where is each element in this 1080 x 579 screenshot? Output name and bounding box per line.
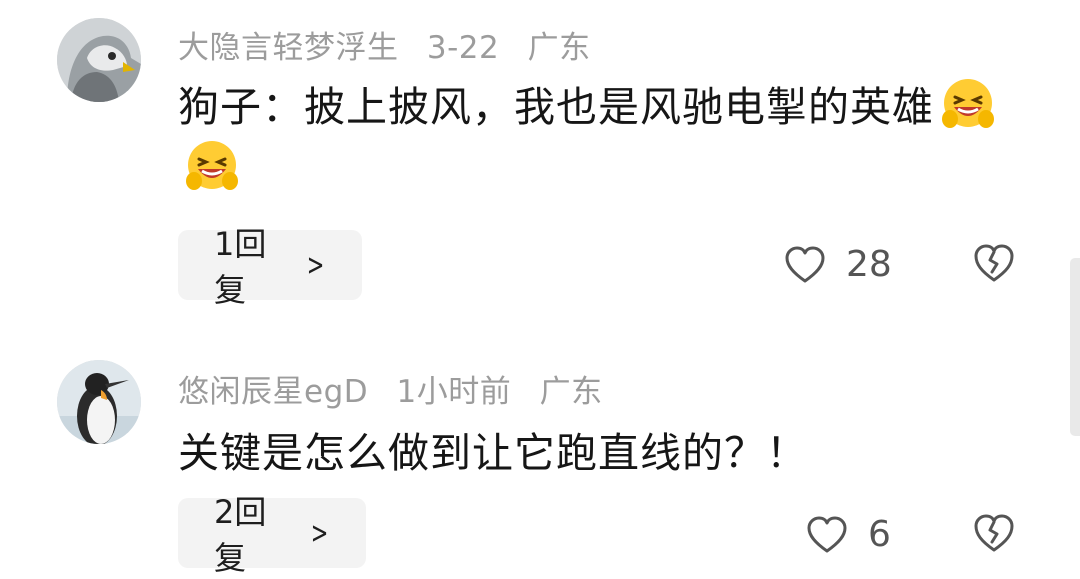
reply-label: 2回复 [214, 493, 267, 577]
chevron-right-icon: > [306, 247, 325, 283]
comment-location: 广东 [527, 30, 591, 66]
like-count: 6 [868, 514, 891, 555]
comment-date: 3-22 [426, 30, 500, 66]
avatar-penguin[interactable] [57, 360, 141, 444]
chevron-right-icon: > [310, 515, 329, 551]
grinning-squint-victory-emoji-icon [938, 75, 998, 135]
like-count: 28 [846, 244, 892, 285]
dislike-button[interactable] [972, 242, 1016, 286]
reply-label: 1回复 [214, 225, 267, 309]
avatar-eagle[interactable] [57, 18, 141, 102]
comment-item: 大隐言轻梦浮生 3-22 广东 狗子：披上披风，我也是风驰电掣的英雄 1回复 >… [0, 0, 1080, 310]
comment-meta: 大隐言轻梦浮生 3-22 广东 [178, 22, 609, 67]
comment-meta: 悠闲辰星egD 1小时前 广东 [178, 366, 621, 411]
penguin-avatar-icon [57, 360, 141, 444]
username[interactable]: 悠闲辰星egD [178, 374, 368, 410]
broken-heart-icon [974, 514, 1014, 552]
scrollbar[interactable] [1070, 258, 1080, 436]
heart-outline-icon [785, 246, 825, 282]
dislike-button[interactable] [972, 512, 1016, 556]
like-button[interactable]: 28 [784, 244, 892, 285]
comment-item: 悠闲辰星egD 1小时前 广东 关键是怎么做到让它跑直线的？！ 2回复 > 6 [0, 330, 1080, 577]
comment-text: 关键是怎么做到让它跑直线的？！ [178, 429, 808, 477]
eagle-avatar-icon [57, 18, 141, 102]
comment-text-block: 狗子：披上披风，我也是风驰电掣的英雄 [178, 76, 1018, 200]
reply-button[interactable]: 2回复 > [178, 493, 366, 577]
comment-text: 狗子：披上披风，我也是风驰电掣的英雄 [178, 83, 934, 131]
comment-location: 广东 [539, 374, 603, 410]
comment-date: 1小时前 [396, 374, 512, 410]
comment-text-block: 关键是怎么做到让它跑直线的？！ [178, 422, 1018, 484]
reply-button[interactable]: 1回复 > [178, 225, 362, 309]
like-button[interactable]: 6 [806, 514, 891, 555]
heart-outline-icon [807, 516, 847, 552]
broken-heart-icon [974, 244, 1014, 282]
grinning-squint-victory-emoji-icon [182, 137, 242, 197]
username[interactable]: 大隐言轻梦浮生 [178, 30, 399, 66]
